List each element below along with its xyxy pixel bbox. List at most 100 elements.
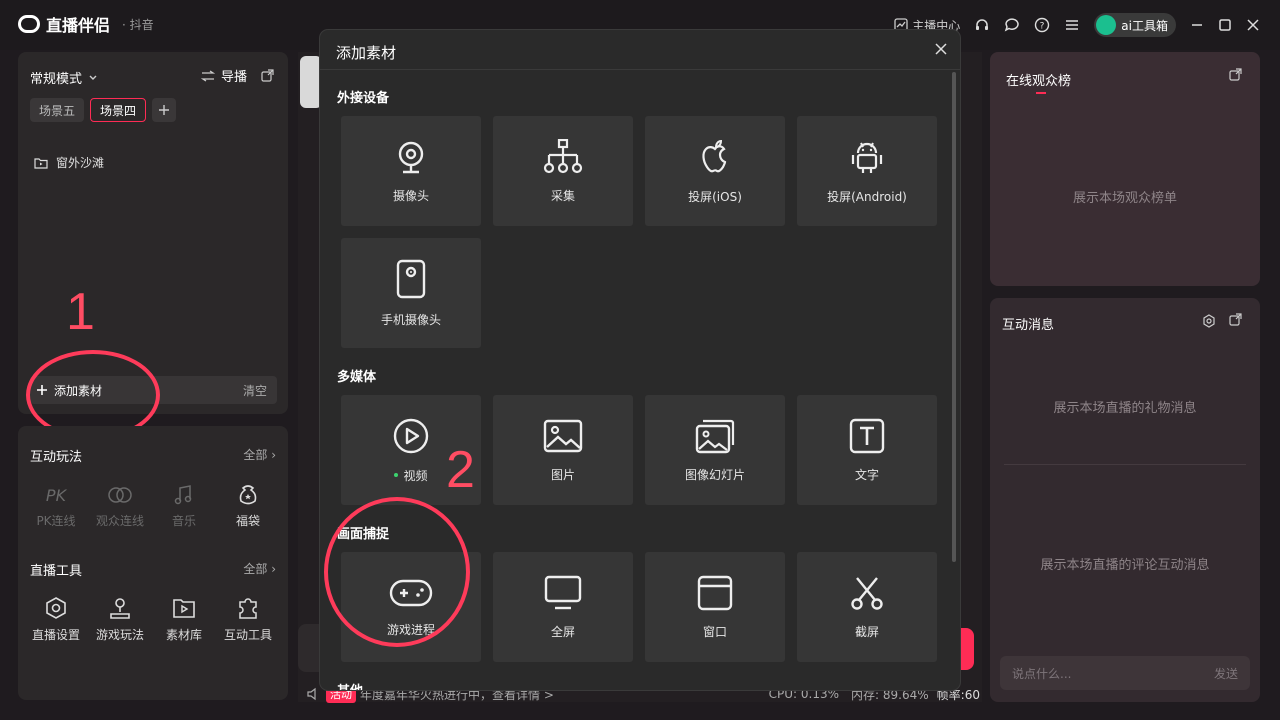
interaction-tools-item[interactable]: 互动工具	[216, 596, 280, 643]
lucky-bag-icon	[239, 485, 257, 505]
interactive-grid: PK PK连线 观众连线 音乐 福袋	[24, 484, 282, 529]
hierarchy-icon	[543, 138, 583, 173]
svg-text:?: ?	[1040, 22, 1045, 32]
slideshow-tile[interactable]: 图像幻灯片	[645, 395, 785, 505]
avatar	[1096, 15, 1117, 35]
tools-panel: 互动玩法 全部 › PK PK连线 观众连线 音乐 福袋 直播工具 全部 › 直…	[18, 426, 288, 700]
list-item[interactable]: 窗外沙滩	[34, 154, 104, 171]
music-item[interactable]: 音乐	[152, 484, 216, 529]
chat-icon[interactable]	[1004, 17, 1020, 33]
rank-title: 在线观众榜	[1006, 74, 1072, 89]
mode-selector[interactable]: 常规模式	[30, 68, 98, 87]
rank-title-underline	[1036, 92, 1046, 94]
popout-icon[interactable]	[1229, 313, 1242, 326]
audience-rank-panel: 在线观众榜 展示本场观众榜单	[990, 52, 1260, 286]
ai-tools-label: ai工具箱	[1121, 18, 1168, 33]
settings-icon[interactable]	[1202, 314, 1216, 328]
capture-tile[interactable]: 采集	[493, 116, 633, 226]
annotation-number-1: 1	[66, 283, 95, 341]
comment-input[interactable]: 说点什么...	[1012, 665, 1071, 682]
link-icon	[108, 487, 132, 503]
pk-link-item[interactable]: PK PK连线	[24, 484, 88, 529]
guide-label: 导播	[220, 70, 247, 85]
clear-button[interactable]: 清空	[243, 382, 267, 399]
mode-label: 常规模式	[30, 72, 83, 87]
ios-mirror-tile[interactable]: 投屏(iOS)	[645, 116, 785, 226]
folder-icon	[34, 157, 48, 169]
add-scene-button[interactable]	[152, 98, 177, 122]
streamer-avatar	[300, 56, 322, 108]
comment-input-bar: 说点什么... 发送	[1000, 656, 1250, 690]
lucky-bag-item[interactable]: 福袋	[216, 484, 280, 529]
audience-link-item[interactable]: 观众连线	[88, 484, 152, 529]
image-tile[interactable]: 图片	[493, 395, 633, 505]
interaction-messages-panel: 互动消息 展示本场直播的礼物消息 展示本场直播的评论互动消息 说点什么... 发…	[990, 298, 1260, 702]
image-icon	[543, 419, 583, 452]
phone-camera-tile[interactable]: 手机摄像头	[341, 238, 481, 348]
help-icon[interactable]: ?	[1034, 17, 1050, 33]
android-mirror-tile[interactable]: 投屏(Android)	[797, 116, 937, 226]
android-icon	[851, 142, 883, 173]
interactive-header: 互动玩法 全部 ›	[30, 446, 276, 465]
game-play-item[interactable]: 游戏玩法	[88, 596, 152, 643]
dialog-title: 添加素材	[336, 44, 397, 62]
popout-icon[interactable]	[1229, 68, 1242, 81]
app-logo: 直播伴侣 · 抖音	[18, 12, 154, 36]
minimize-icon[interactable]	[1190, 18, 1204, 32]
tab-scene-4[interactable]: 场景四	[90, 98, 147, 122]
divider	[1004, 464, 1246, 465]
play-circle-icon	[393, 418, 429, 453]
swap-icon	[200, 69, 215, 82]
headset-icon[interactable]	[974, 17, 990, 33]
guide-button[interactable]: 导播	[200, 66, 274, 85]
scene-item-label: 窗外沙滩	[56, 156, 105, 170]
dialog-scrollbar[interactable]	[952, 72, 956, 562]
fullscreen-tile[interactable]: 全屏	[493, 552, 633, 662]
interactive-all-link[interactable]: 全部 ›	[243, 446, 276, 465]
send-button[interactable]: 发送	[1214, 665, 1238, 682]
comment-empty-text: 展示本场直播的评论互动消息	[1040, 558, 1210, 573]
music-icon	[174, 485, 192, 505]
menu-icon[interactable]	[1064, 17, 1080, 33]
screenshot-tile[interactable]: 截屏	[797, 552, 937, 662]
section-external-title: 外接设备	[337, 91, 390, 106]
popout-icon[interactable]	[261, 69, 274, 82]
text-tile[interactable]: 文字	[797, 395, 937, 505]
monitor-icon	[544, 575, 582, 609]
maximize-icon[interactable]	[1218, 18, 1232, 32]
phone-camera-icon	[396, 259, 426, 298]
text-icon	[849, 418, 885, 453]
material-library-item[interactable]: 素材库	[152, 596, 216, 643]
close-window-icon[interactable]	[1246, 18, 1260, 32]
messages-title: 互动消息	[1002, 318, 1055, 333]
volume-icon[interactable]	[306, 687, 320, 701]
interactive-title: 互动玩法	[30, 450, 83, 465]
app-logo-icon	[18, 15, 40, 33]
window-icon	[697, 575, 733, 610]
annotation-number-2: 2	[446, 441, 475, 499]
close-icon[interactable]	[934, 42, 948, 56]
webcam-icon	[398, 141, 424, 173]
svg-text:PK: PK	[46, 486, 68, 505]
live-settings-item[interactable]: 直播设置	[24, 596, 88, 643]
camera-tile[interactable]: 摄像头	[341, 116, 481, 226]
scissors-icon	[851, 576, 883, 610]
plus-icon	[159, 105, 170, 115]
app-title: 直播伴侣	[46, 16, 111, 35]
dialog-header: 添加素材	[320, 30, 960, 70]
tools-title: 直播工具	[30, 564, 83, 579]
folder-play-icon	[173, 599, 195, 618]
window-tile[interactable]: 窗口	[645, 552, 785, 662]
tools-all-link[interactable]: 全部 ›	[243, 560, 276, 579]
section-media-title: 多媒体	[337, 370, 377, 385]
chevron-down-icon	[89, 75, 97, 80]
ai-tools-button[interactable]: ai工具箱	[1094, 13, 1176, 37]
tools-header: 直播工具 全部 ›	[30, 560, 276, 579]
app-platform: · 抖音	[122, 17, 154, 32]
tools-grid: 直播设置 游戏玩法 素材库 互动工具	[24, 596, 282, 643]
puzzle-icon	[239, 598, 257, 619]
slideshow-icon	[695, 419, 735, 453]
pk-icon: PK	[46, 486, 68, 505]
new-dot	[394, 473, 399, 477]
tab-scene-5[interactable]: 场景五	[30, 98, 85, 122]
